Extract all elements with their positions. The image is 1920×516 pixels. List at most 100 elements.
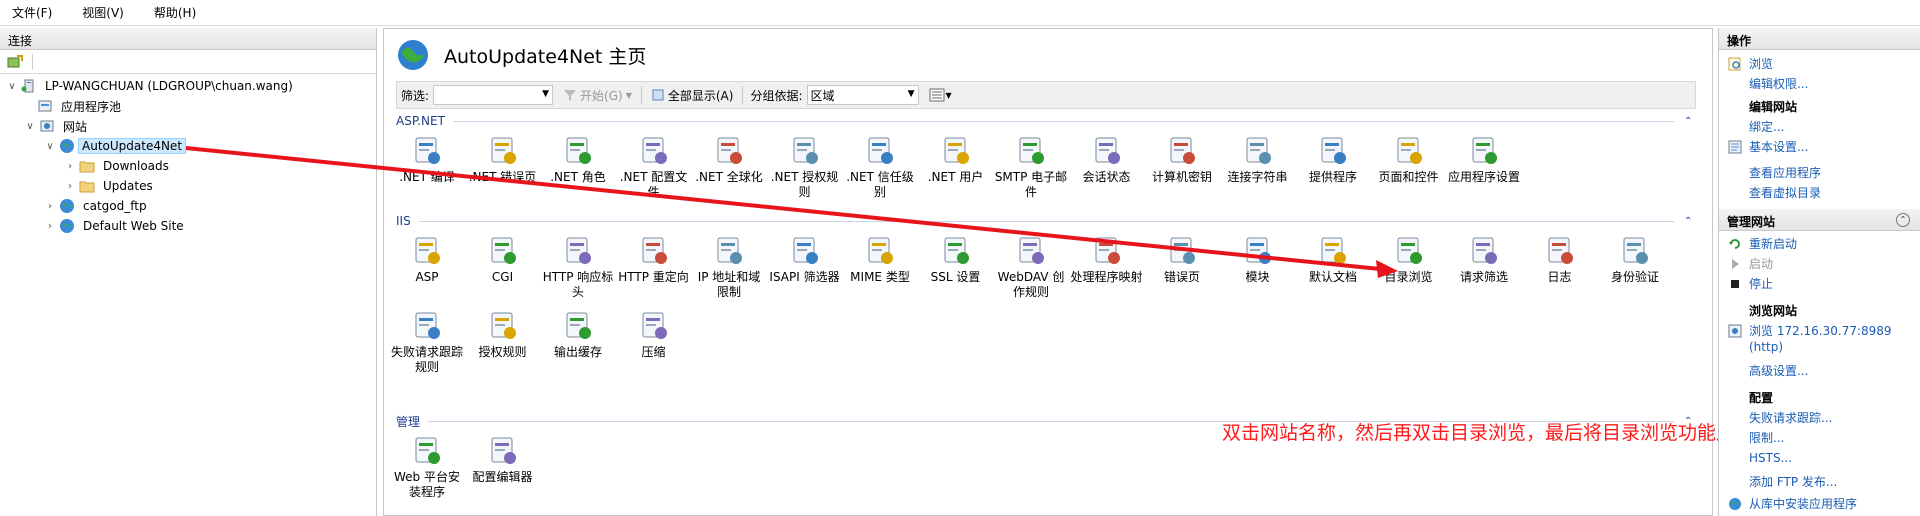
- chevron-right-icon[interactable]: ›: [44, 221, 56, 232]
- view-mode-button[interactable]: ▼: [929, 88, 952, 102]
- go-button[interactable]: 开始(G) ▼: [563, 87, 632, 104]
- menu-help[interactable]: 帮助(H): [150, 2, 200, 23]
- group-divider: [452, 120, 1674, 122]
- feature-icon: [1623, 237, 1648, 264]
- collapse-icon[interactable]: ⌃: [1684, 216, 1696, 227]
- actions-header: 操作: [1719, 28, 1920, 50]
- chevron-right-icon[interactable]: ›: [64, 181, 76, 192]
- browse-link[interactable]: 浏览: [1719, 54, 1920, 74]
- add-ftp-link[interactable]: 添加 FTP 发布...: [1719, 472, 1920, 492]
- chevron-right-icon[interactable]: ›: [64, 161, 76, 172]
- feature-item[interactable]: 默认文档: [1296, 235, 1370, 285]
- feature-item[interactable]: .NET 角色: [541, 135, 615, 185]
- feature-item[interactable]: 压缩: [617, 310, 691, 360]
- collapse-icon[interactable]: ⌃: [1896, 213, 1910, 227]
- feature-item[interactable]: .NET 编译: [390, 135, 464, 185]
- feature-item[interactable]: 提供程序: [1296, 135, 1370, 185]
- funnel-icon: [564, 90, 577, 101]
- feature-icon: [415, 137, 440, 164]
- tree-folder-updates[interactable]: › Updates: [64, 176, 158, 196]
- feature-item[interactable]: 日志: [1523, 235, 1597, 285]
- chevron-right-icon[interactable]: ›: [44, 201, 56, 212]
- stop-link[interactable]: 停止: [1719, 274, 1920, 294]
- feature-item[interactable]: .NET 信任级别: [843, 135, 917, 200]
- feature-icon: [491, 137, 516, 164]
- feature-item[interactable]: .NET 全球化: [692, 135, 766, 185]
- feature-label: .NET 授权规则: [770, 170, 839, 199]
- feature-icon: [1095, 137, 1120, 164]
- tree-folder-downloads[interactable]: › Downloads: [64, 156, 174, 176]
- tree-app-pools[interactable]: 应用程序池: [34, 96, 126, 116]
- feature-icon: [642, 137, 667, 164]
- feature-icon: [566, 237, 591, 264]
- feature-icon: [415, 312, 440, 339]
- feature-item[interactable]: MIME 类型: [843, 235, 917, 285]
- failed-requests-link[interactable]: 失败请求跟踪...: [1719, 408, 1920, 428]
- connect-icon[interactable]: [7, 54, 23, 70]
- feature-item[interactable]: 页面和控件: [1372, 135, 1446, 185]
- feature-item[interactable]: 请求筛选: [1447, 235, 1521, 285]
- feature-item[interactable]: .NET 用户: [919, 135, 993, 185]
- group-header[interactable]: ASP.NET ⌃: [396, 113, 1696, 129]
- feature-item[interactable]: 输出缓存: [541, 310, 615, 360]
- browse-url-link[interactable]: 浏览 172.16.30.77:8989 (http): [1719, 321, 1920, 357]
- tree-server[interactable]: ∨ LP-WANGCHUAN (LDGROUP\chuan.wang): [6, 76, 298, 96]
- menu-view[interactable]: 视图(V): [78, 2, 128, 23]
- feature-item[interactable]: SSL 设置: [919, 235, 993, 285]
- tree-site-default[interactable]: › Default Web Site: [44, 216, 189, 236]
- restart-link[interactable]: 重新启动: [1719, 234, 1920, 254]
- feature-item[interactable]: 目录浏览: [1372, 235, 1446, 285]
- feature-item[interactable]: .NET 授权规则: [768, 135, 842, 200]
- basic-settings-link[interactable]: 基本设置...: [1719, 137, 1920, 157]
- feature-icon: [1019, 137, 1044, 164]
- feature-item[interactable]: 连接字符串: [1221, 135, 1295, 185]
- chevron-down-icon[interactable]: ∨: [6, 81, 18, 92]
- view-vdirs-link[interactable]: 查看虚拟目录: [1719, 183, 1920, 203]
- feature-item[interactable]: 配置编辑器: [466, 435, 540, 485]
- feature-item[interactable]: 处理程序映射: [1070, 235, 1144, 285]
- limits-link[interactable]: 限制...: [1719, 428, 1920, 448]
- feature-item[interactable]: 身份验证: [1598, 235, 1672, 285]
- feature-item[interactable]: 失败请求跟踪规则: [390, 310, 464, 375]
- feature-item[interactable]: 错误页: [1145, 235, 1219, 285]
- stop-icon: [1731, 280, 1739, 288]
- advanced-settings-link[interactable]: 高级设置...: [1719, 361, 1920, 381]
- feature-item[interactable]: .NET 配置文件: [617, 135, 691, 200]
- feature-item[interactable]: WebDAV 创作规则: [994, 235, 1068, 300]
- feature-icon: [1321, 237, 1346, 264]
- feature-item[interactable]: 应用程序设置: [1447, 135, 1521, 185]
- tree-sites[interactable]: ∨ 网站: [24, 116, 92, 136]
- feature-item[interactable]: CGI: [466, 235, 540, 285]
- group-header[interactable]: IIS ⌃: [396, 213, 1696, 229]
- feature-item[interactable]: Web 平台安装程序: [390, 435, 464, 500]
- group-by-select[interactable]: 区域 ▼: [806, 85, 919, 105]
- feature-item[interactable]: SMTP 电子邮件: [994, 135, 1068, 200]
- sites-folder-icon: [40, 120, 54, 132]
- feature-item[interactable]: 会话状态: [1070, 135, 1144, 185]
- feature-label: 目录浏览: [1384, 270, 1433, 284]
- feature-item[interactable]: 计算机密钥: [1145, 135, 1219, 185]
- feature-label: ASP: [415, 270, 439, 284]
- feature-item[interactable]: ASP: [390, 235, 464, 285]
- tree-site-autoupdate4net[interactable]: ∨ AutoUpdate4Net: [44, 136, 187, 156]
- view-apps-link[interactable]: 查看应用程序: [1719, 163, 1920, 183]
- install-app-link[interactable]: 从库中安装应用程序: [1719, 494, 1920, 514]
- chevron-down-icon[interactable]: ∨: [44, 141, 56, 152]
- filter-input[interactable]: ▼: [433, 85, 554, 105]
- tree-site-catgod-ftp[interactable]: › catgod_ftp: [44, 196, 152, 216]
- bindings-link[interactable]: 绑定...: [1719, 117, 1920, 137]
- feature-item[interactable]: 模块: [1221, 235, 1295, 285]
- feature-item[interactable]: 授权规则: [466, 310, 540, 360]
- feature-item[interactable]: IP 地址和域限制: [692, 235, 766, 300]
- edit-permissions-link[interactable]: 编辑权限...: [1719, 74, 1920, 94]
- menu-file[interactable]: 文件(F): [8, 2, 56, 23]
- feature-item[interactable]: .NET 错误页: [466, 135, 540, 185]
- chevron-down-icon[interactable]: ∨: [24, 121, 36, 132]
- collapse-icon[interactable]: ⌃: [1684, 116, 1696, 127]
- hsts-link[interactable]: HSTS...: [1719, 448, 1920, 468]
- feature-item[interactable]: HTTP 重定向: [617, 235, 691, 285]
- feature-item[interactable]: ISAPI 筛选器: [768, 235, 842, 285]
- start-link[interactable]: 启动: [1719, 254, 1920, 274]
- show-all-button[interactable]: 全部显示(A): [651, 87, 733, 104]
- feature-item[interactable]: HTTP 响应标头: [541, 235, 615, 300]
